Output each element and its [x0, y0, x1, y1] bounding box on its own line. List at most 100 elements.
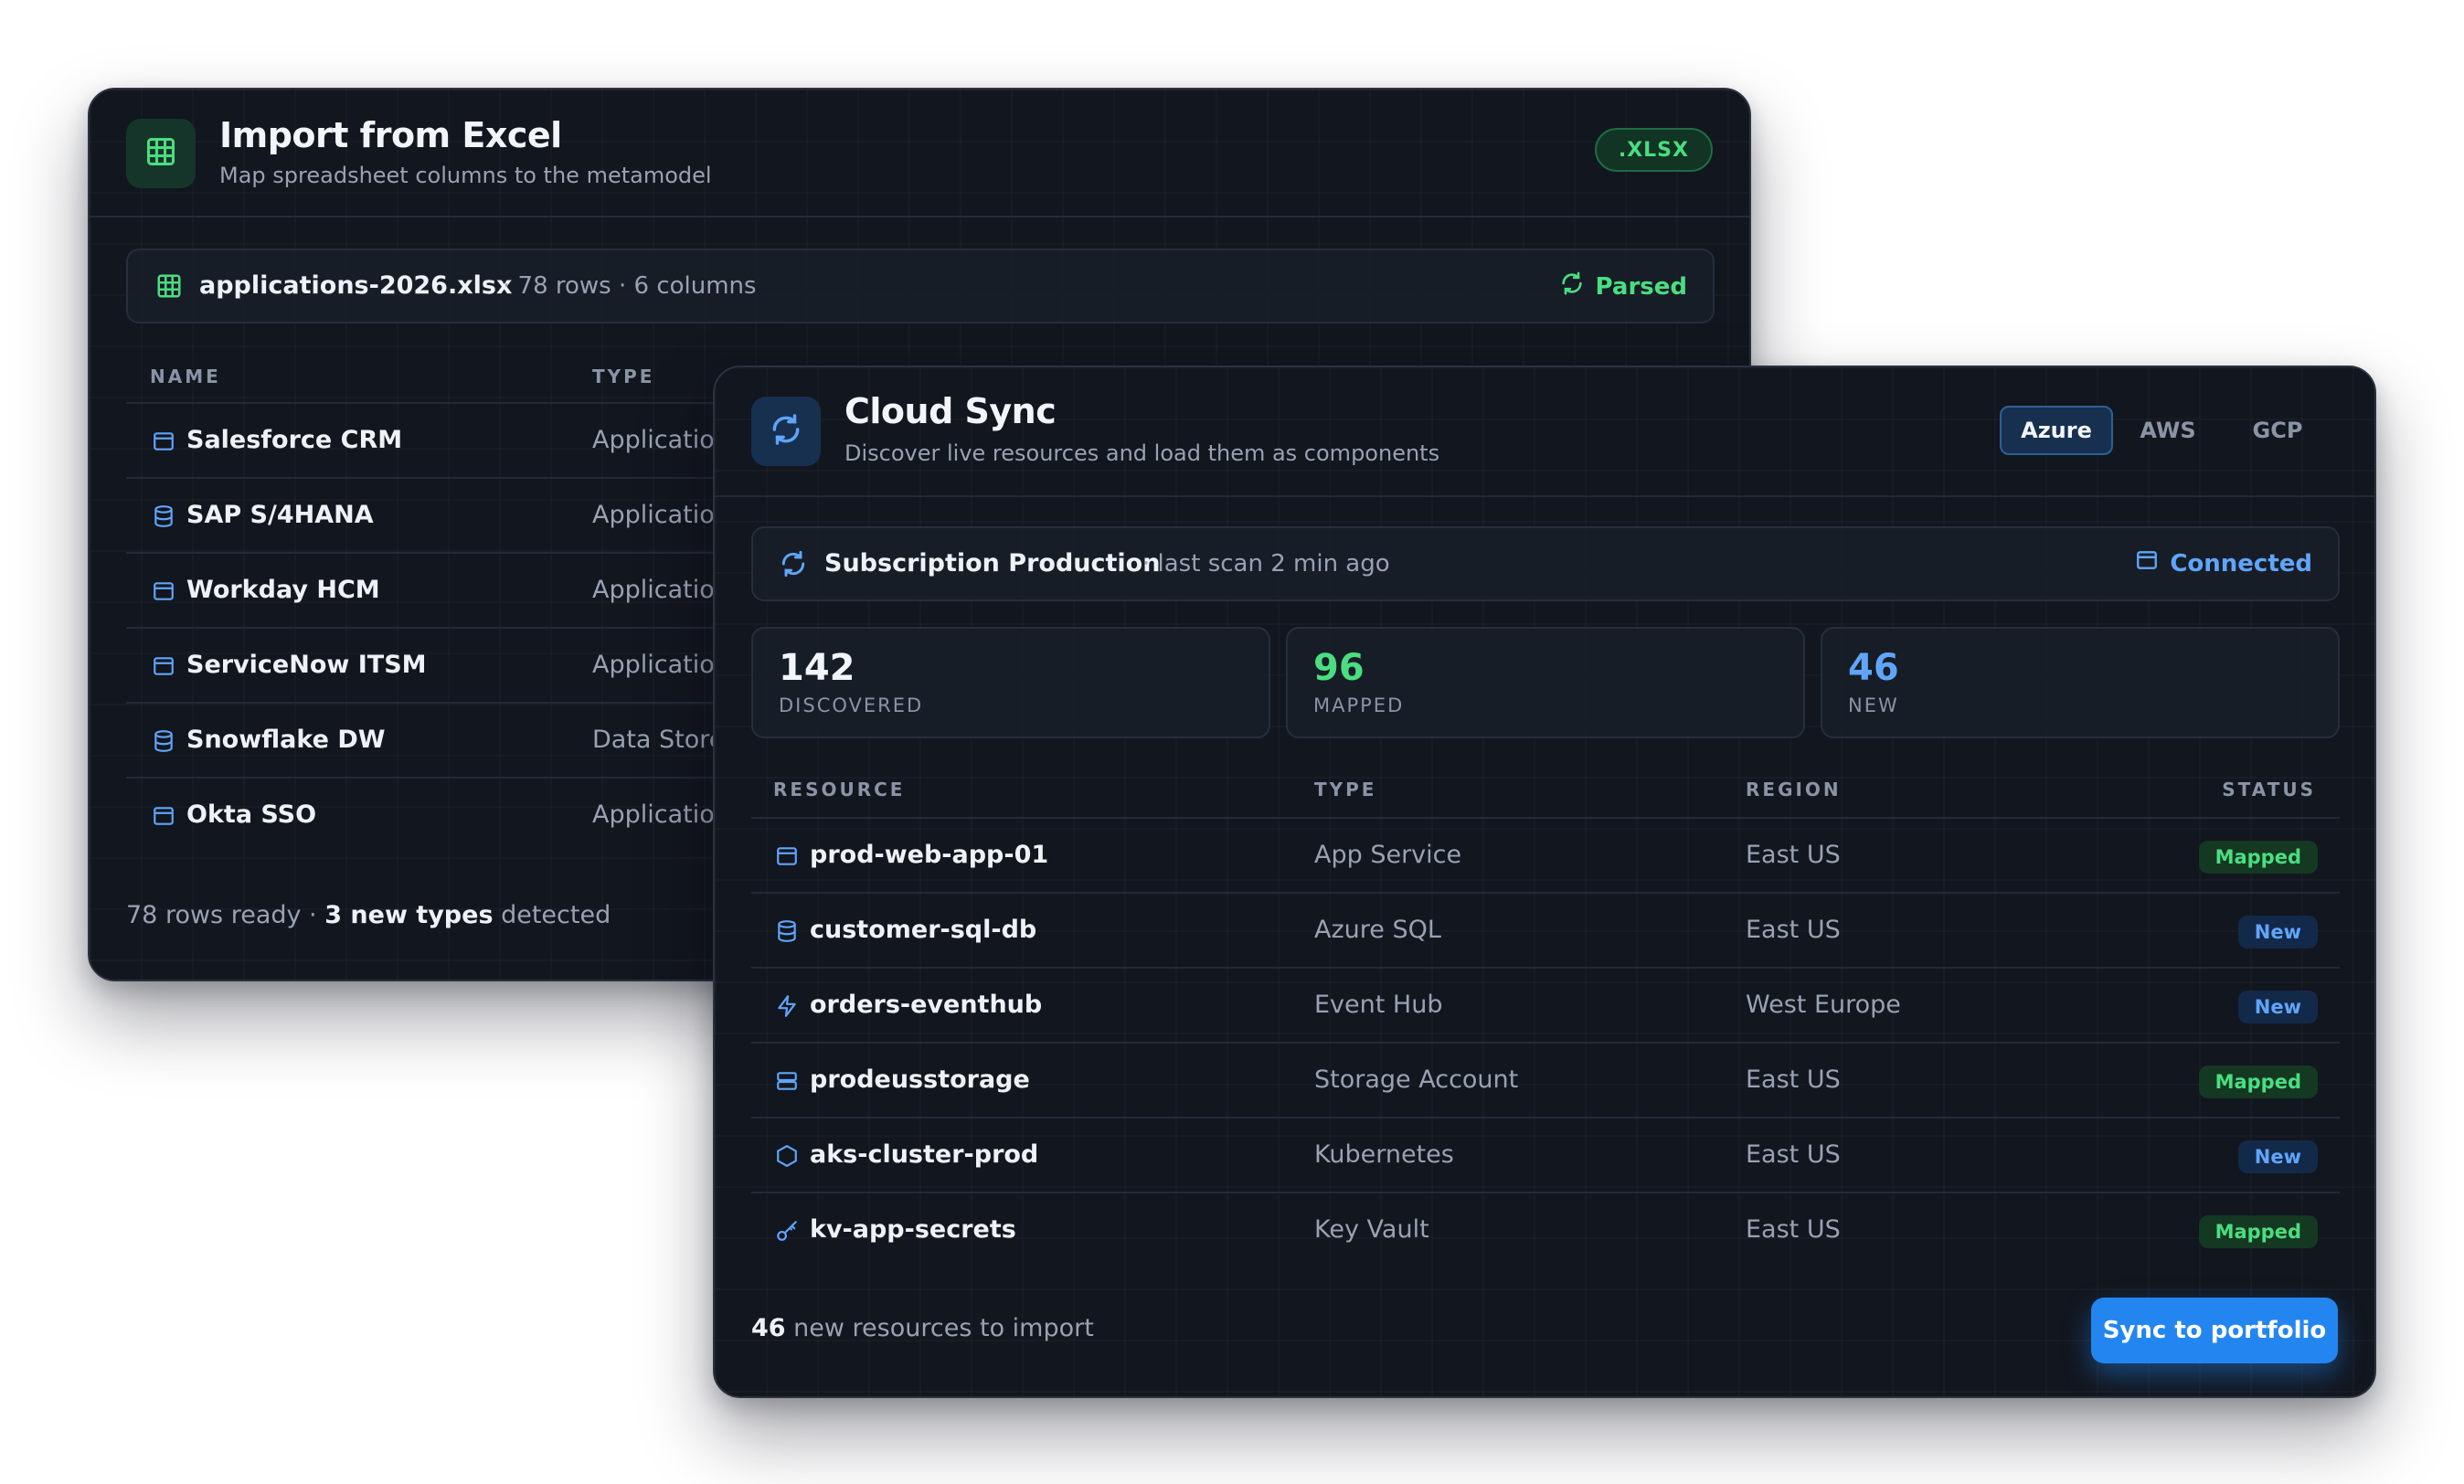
- column-header-type: TYPE: [592, 366, 655, 387]
- row-region: East US: [1746, 841, 1841, 869]
- cloud-subtitle: Discover live resources and load them as…: [844, 440, 1440, 466]
- row-type: Key Vault: [1314, 1215, 1429, 1244]
- table-row[interactable]: orders-eventhub Event Hub West Europe New: [751, 967, 2340, 1044]
- status-badge: New: [2237, 991, 2318, 1023]
- file-name: applications-2026.xlsx: [199, 271, 513, 300]
- cloud-sync-panel: Cloud Sync Discover live resources and l…: [713, 366, 2376, 1398]
- row-name: aks-cluster-prod: [810, 1140, 1039, 1169]
- server-icon: [773, 1067, 801, 1095]
- stat-label: DISCOVERED: [779, 694, 924, 716]
- subscription-name: Subscription Production: [824, 549, 1160, 578]
- footer-count: 46: [751, 1314, 786, 1342]
- refresh-icon: [1559, 270, 1585, 302]
- window-icon: [773, 843, 801, 870]
- row-region: East US: [1746, 1215, 1841, 1244]
- window-icon: [150, 578, 177, 605]
- spreadsheet-icon: [155, 272, 183, 303]
- row-type: Application: [592, 651, 730, 679]
- row-type: Application: [592, 426, 730, 454]
- excel-footer: 78 rows ready · 3 new types detected: [126, 901, 611, 929]
- stat-label: NEW: [1848, 694, 1899, 716]
- status-badge: Mapped: [2198, 1065, 2318, 1098]
- stat-label: MAPPED: [1313, 694, 1405, 716]
- sync-to-portfolio-button[interactable]: Sync to portfolio: [2091, 1298, 2338, 1363]
- footer-rest: detected: [493, 901, 611, 929]
- row-region: East US: [1746, 916, 1841, 944]
- stat-value: 142: [779, 647, 855, 689]
- row-name: orders-eventhub: [810, 991, 1043, 1019]
- provider-tab-azure[interactable]: Azure: [2000, 406, 2113, 455]
- key-icon: [773, 1217, 801, 1245]
- table-row[interactable]: prod-web-app-01 App Service East US Mapped: [751, 817, 2340, 894]
- footer-count: 78 rows ready ·: [126, 901, 325, 929]
- row-name: Snowflake DW: [186, 726, 386, 754]
- row-name: Okta SSO: [186, 800, 317, 829]
- connected-label: Connected: [2170, 549, 2312, 578]
- row-type: Kubernetes: [1314, 1140, 1454, 1169]
- row-name: kv-app-secrets: [810, 1215, 1016, 1244]
- header-divider: [90, 216, 1749, 217]
- row-name: Workday HCM: [186, 576, 380, 604]
- stat-value: 46: [1848, 647, 1899, 689]
- stat-discovered: 142 DISCOVERED: [751, 627, 1270, 738]
- table-row[interactable]: prodeusstorage Storage Account East US Mapp…: [751, 1042, 2340, 1118]
- parsed-status: Parsed: [1559, 270, 1687, 302]
- provider-tab-aws[interactable]: AWS: [2122, 406, 2214, 455]
- parsed-label: Parsed: [1595, 272, 1687, 301]
- excel-title: Import from Excel: [219, 115, 562, 155]
- column-header-region: REGION: [1746, 779, 1842, 800]
- row-region: East US: [1746, 1140, 1841, 1169]
- window-icon: [150, 652, 177, 680]
- spreadsheet-tile: [126, 119, 196, 188]
- database-icon: [150, 727, 177, 755]
- window-icon: [150, 428, 177, 455]
- sync-tile: [751, 397, 821, 466]
- subscription-bar: Subscription Production · last scan 2 mi…: [751, 526, 2340, 601]
- window-icon: [150, 802, 177, 830]
- row-type: Application: [592, 501, 730, 529]
- excel-subtitle: Map spreadsheet columns to the metamodel: [219, 163, 712, 188]
- table-row[interactable]: aks-cluster-prod Kubernetes East US New: [751, 1117, 2340, 1193]
- sync-icon: [769, 412, 803, 450]
- cloud-footer: 46 new resources to import: [751, 1314, 1094, 1342]
- footer-highlight: 3 new types: [324, 901, 494, 929]
- row-type: Application: [592, 800, 730, 829]
- file-meta: · 78 rows · 6 columns: [503, 272, 757, 300]
- row-name: ServiceNow ITSM: [186, 651, 427, 679]
- xlsx-badge: .XLSX: [1594, 128, 1713, 172]
- stat-new: 46 NEW: [1821, 627, 2340, 738]
- row-type: App Service: [1314, 841, 1462, 869]
- status-badge: New: [2237, 916, 2318, 949]
- status-badge: Mapped: [2198, 1215, 2318, 1248]
- row-type: Data Store: [592, 726, 725, 754]
- status-badge: New: [2237, 1140, 2318, 1173]
- footer-rest: new resources to import: [785, 1314, 1094, 1342]
- lightning-icon: [773, 992, 801, 1020]
- header-divider: [715, 495, 2374, 497]
- cloud-title: Cloud Sync: [844, 391, 1057, 431]
- table-row[interactable]: customer-sql-db Azure SQL East US New: [751, 892, 2340, 969]
- file-bar: applications-2026.xlsx · 78 rows · 6 col…: [126, 249, 1715, 323]
- row-type: Azure SQL: [1314, 916, 1441, 944]
- sync-icon: [779, 549, 808, 582]
- row-name: Salesforce CRM: [186, 426, 403, 454]
- database-icon: [773, 917, 801, 945]
- provider-tab-gcp[interactable]: GCP: [2232, 406, 2323, 455]
- row-name: prod-web-app-01: [810, 841, 1049, 869]
- row-region: West Europe: [1746, 991, 1901, 1019]
- database-icon: [150, 503, 177, 530]
- hexagon-icon: [773, 1142, 801, 1170]
- connected-status: Connected: [2135, 548, 2312, 578]
- row-type: Event Hub: [1314, 991, 1443, 1019]
- table-row[interactable]: kv-app-secrets Key Vault East US Mapped: [751, 1192, 2340, 1268]
- stat-value: 96: [1313, 647, 1365, 689]
- row-type: Application: [592, 576, 730, 604]
- row-name: SAP S/4HANA: [186, 501, 374, 529]
- row-type: Storage Account: [1314, 1065, 1519, 1094]
- column-header-type: TYPE: [1314, 779, 1377, 800]
- row-name: prodeusstorage: [810, 1065, 1030, 1094]
- column-header-resource: RESOURCE: [773, 779, 906, 800]
- subscription-meta: · last scan 2 min ago: [1142, 550, 1390, 578]
- column-header-status: STATUS: [2222, 779, 2316, 800]
- stat-mapped: 96 MAPPED: [1286, 627, 1805, 738]
